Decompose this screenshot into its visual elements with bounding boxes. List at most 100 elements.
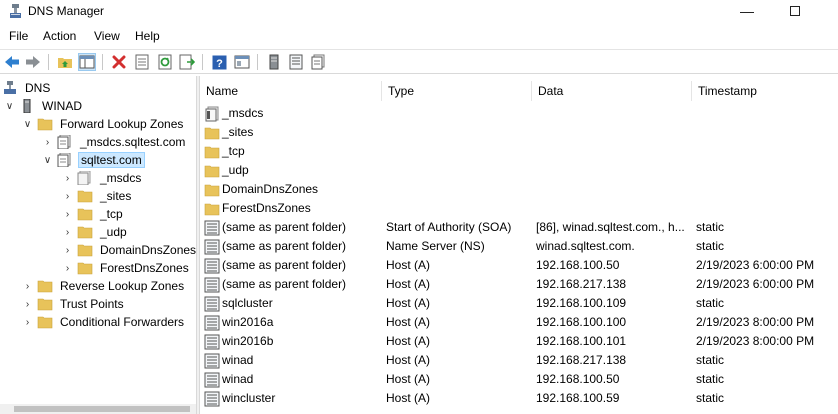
- menu-view[interactable]: View: [94, 29, 120, 43]
- menu-action[interactable]: Action: [43, 29, 76, 43]
- minimize-button[interactable]: —: [724, 0, 770, 24]
- cell-data: 192.168.100.50: [536, 258, 620, 272]
- chevron-down-icon[interactable]: ∨: [22, 119, 33, 130]
- table-row[interactable]: _sites: [200, 123, 838, 142]
- chevron-right-icon[interactable]: ›: [22, 281, 33, 292]
- tree-node-trust-points[interactable]: › Trust Points: [22, 295, 126, 313]
- tree-node-tcp[interactable]: › _tcp: [62, 205, 125, 223]
- tree-node-domaindnszones[interactable]: › DomainDnsZones: [62, 241, 196, 259]
- records-button[interactable]: [287, 53, 305, 71]
- chevron-right-icon[interactable]: ›: [62, 245, 73, 256]
- cell-type: Host (A): [386, 258, 431, 272]
- cell-type: [386, 104, 530, 123]
- table-row[interactable]: ForestDnsZones: [200, 199, 838, 218]
- menu-help[interactable]: Help: [135, 29, 160, 43]
- table-row[interactable]: win2016a Host (A) 192.168.100.100 2/19/2023…: [200, 313, 838, 332]
- tree-horizontal-scrollbar[interactable]: [0, 404, 196, 414]
- tree-node-dns[interactable]: DNS: [2, 79, 52, 97]
- title-bar: DNS Manager —: [0, 0, 838, 24]
- zone-button[interactable]: [309, 53, 327, 71]
- cell-data: [536, 123, 692, 142]
- table-row[interactable]: _msdcs: [200, 104, 838, 123]
- cell-timestamp: 2/19/2023 8:00:00 PM: [696, 334, 815, 348]
- cell-data: 192.168.100.50: [536, 372, 620, 386]
- cell-timestamp: [696, 161, 838, 180]
- zone-icon: [57, 135, 71, 149]
- chevron-down-icon[interactable]: ∨: [4, 101, 15, 112]
- record-name: win2016b: [222, 334, 274, 348]
- cell-name: wincluster: [204, 389, 380, 408]
- dns-app-icon: [10, 4, 21, 18]
- tree-node-forward-lookup-zones[interactable]: ∨ Forward Lookup Zones: [22, 115, 185, 133]
- tree-node-conditional-forwarders[interactable]: › Conditional Forwarders: [22, 313, 186, 331]
- cell-timestamp: 2/19/2023 6:00:00 PM: [696, 258, 815, 272]
- server-button[interactable]: [265, 53, 283, 71]
- export-list-button[interactable]: [178, 53, 196, 71]
- back-button[interactable]: [3, 53, 21, 71]
- table-row[interactable]: sqlcluster Host (A) 192.168.100.109 static: [200, 294, 838, 313]
- maximize-icon: [790, 6, 800, 16]
- tree-node-msdcs[interactable]: › _msdcs: [62, 169, 143, 187]
- table-row[interactable]: winad Host (A) 192.168.217.138 static: [200, 351, 838, 370]
- properties-button[interactable]: [133, 53, 151, 71]
- back-icon: [5, 56, 19, 68]
- column-header-timestamp[interactable]: Timestamp: [692, 81, 838, 101]
- tree-node-sqltest-zone[interactable]: ∨ sqltest.com: [42, 151, 145, 169]
- tree-node-forestdnszones[interactable]: › ForestDnsZones: [62, 259, 191, 277]
- cell-data: 192.168.100.100: [536, 315, 627, 329]
- tree-node-winad[interactable]: ∨ WINAD: [4, 97, 84, 115]
- chevron-right-icon[interactable]: ›: [62, 227, 73, 238]
- record-icon: [204, 372, 220, 387]
- delete-button[interactable]: [110, 53, 128, 71]
- server-icon: [269, 54, 279, 70]
- records-list[interactable]: Name Type Data Timestamp _msdcs _sites _tc…: [200, 76, 838, 414]
- console-button[interactable]: [233, 53, 251, 71]
- table-row[interactable]: (same as parent folder) Start of Authorit…: [200, 218, 838, 237]
- cell-type: Host (A): [386, 391, 431, 405]
- chevron-right-icon[interactable]: ›: [22, 317, 33, 328]
- chevron-right-icon[interactable]: ›: [62, 209, 73, 220]
- console-tree[interactable]: DNS ∨ WINAD ∨ Forward Lookup Zones › _ms…: [0, 76, 196, 414]
- column-header-data[interactable]: Data: [532, 81, 692, 101]
- table-row[interactable]: DomainDnsZones: [200, 180, 838, 199]
- chevron-down-icon[interactable]: ∨: [42, 155, 53, 166]
- chevron-right-icon[interactable]: ›: [62, 191, 73, 202]
- forward-button[interactable]: [24, 53, 42, 71]
- record-icon: [204, 334, 220, 349]
- record-icon: [204, 296, 220, 311]
- table-row[interactable]: winad Host (A) 192.168.100.50 static: [200, 370, 838, 389]
- delegation-icon: [77, 171, 91, 185]
- folder-icon: [204, 127, 220, 139]
- chevron-right-icon[interactable]: ›: [42, 137, 53, 148]
- cell-name: DomainDnsZones: [204, 180, 380, 199]
- menu-file[interactable]: File: [9, 29, 28, 43]
- table-row[interactable]: wincluster Host (A) 192.168.100.59 static: [200, 389, 838, 408]
- records-icon: [289, 54, 303, 70]
- chevron-right-icon[interactable]: ›: [22, 299, 33, 310]
- table-row[interactable]: _udp: [200, 161, 838, 180]
- chevron-right-icon[interactable]: ›: [62, 263, 73, 274]
- maximize-button[interactable]: [772, 0, 818, 24]
- tree-node-reverse-lookup-zones[interactable]: › Reverse Lookup Zones: [22, 277, 186, 295]
- tree-node-sites[interactable]: › _sites: [62, 187, 133, 205]
- table-row[interactable]: _tcp: [200, 142, 838, 161]
- help-button[interactable]: ?: [210, 53, 228, 71]
- table-row[interactable]: win2016b Host (A) 192.168.100.101 2/19/2023…: [200, 332, 838, 351]
- cell-data: 192.168.217.138: [536, 277, 627, 291]
- column-header-type[interactable]: Type: [382, 81, 532, 101]
- record-name: (same as parent folder): [222, 277, 347, 291]
- up-folder-icon: [58, 58, 72, 68]
- tree-node-udp[interactable]: › _udp: [62, 223, 129, 241]
- chevron-right-icon[interactable]: ›: [62, 173, 73, 184]
- table-row[interactable]: (same as parent folder) Name Server (NS) w…: [200, 237, 838, 256]
- scrollbar-thumb[interactable]: [14, 406, 190, 412]
- column-header-name[interactable]: Name: [200, 81, 382, 101]
- up-folder-button[interactable]: [56, 53, 74, 71]
- table-row[interactable]: (same as parent folder) Host (A) 192.168.1…: [200, 256, 838, 275]
- table-row[interactable]: (same as parent folder) Host (A) 192.168.2…: [200, 275, 838, 294]
- tree-label: _tcp: [100, 207, 123, 221]
- show-hide-tree-button[interactable]: [78, 53, 96, 71]
- tree-label: _msdcs.sqltest.com: [80, 135, 186, 149]
- tree-node-msdcs-zone[interactable]: › _msdcs.sqltest.com: [42, 133, 187, 151]
- refresh-button[interactable]: [156, 53, 174, 71]
